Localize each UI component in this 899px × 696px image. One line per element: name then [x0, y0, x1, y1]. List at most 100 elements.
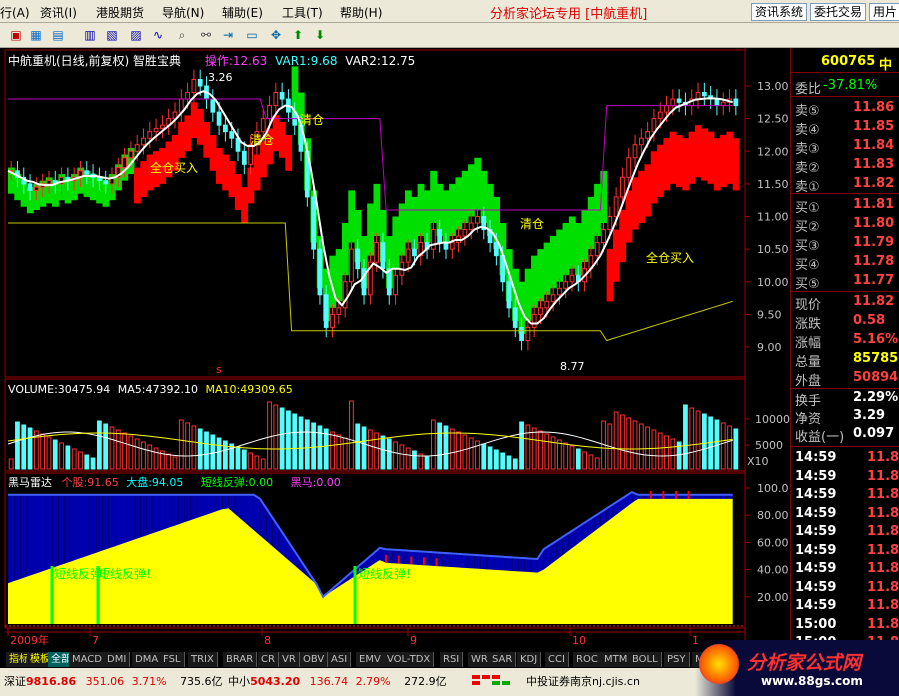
- link-icon[interactable]: ⚯: [198, 27, 214, 43]
- volume-bar: [626, 417, 632, 470]
- ribbon-bar: [285, 134, 293, 171]
- tick-time: 14:59: [795, 450, 837, 465]
- arrow-up-icon[interactable]: ⬆: [290, 27, 306, 43]
- candle-body: [147, 131, 153, 139]
- window-icon[interactable]: ▭: [244, 27, 260, 43]
- ribbon-bar: [335, 249, 343, 302]
- tick-price: 11.8: [867, 450, 899, 465]
- asks-label: 卖③: [795, 142, 820, 157]
- candle-body: [626, 157, 632, 178]
- bids-row: 买⑤ 11.77: [795, 273, 894, 292]
- tick-row: 14:59 11.8: [795, 524, 899, 539]
- wave-icon[interactable]: ∿: [150, 27, 166, 43]
- stats-row: 现价 11.82: [795, 294, 894, 313]
- candle-body: [632, 144, 638, 159]
- tab-trix[interactable]: TRIX: [188, 652, 218, 667]
- rsi-icon[interactable]: ▧: [104, 27, 120, 43]
- tab-boll[interactable]: BOLL: [629, 652, 662, 667]
- ribbon-bar: [631, 177, 639, 230]
- price-axis-label: 12.50: [757, 113, 789, 126]
- candle-body: [260, 118, 266, 133]
- ribbon-bar: [644, 164, 652, 217]
- extra-label: 换手: [795, 394, 822, 409]
- tab-fsl[interactable]: FSL: [160, 652, 185, 667]
- candle-body: [670, 98, 676, 107]
- volume-bar: [620, 414, 625, 470]
- menu-tools[interactable]: 工具(T): [282, 4, 323, 21]
- export-icon[interactable]: ⇥: [220, 27, 236, 43]
- index2-change: 136.74: [309, 675, 349, 688]
- ribbon-bar: [638, 170, 645, 224]
- move-icon[interactable]: ✥: [268, 27, 284, 43]
- tab-mtm[interactable]: MTM: [601, 652, 632, 667]
- volume-title-line: VOLUME:30475.94 MA5:47392.10 MA10:49309.…: [8, 383, 293, 396]
- bids-value: 11.79: [853, 235, 895, 250]
- kline-icon[interactable]: ▥: [82, 27, 98, 43]
- indicator-axis-label: 100.0: [757, 482, 789, 495]
- candle-body: [380, 242, 386, 270]
- extra-label: 净资: [795, 412, 822, 427]
- price-axis-label: 12.00: [757, 145, 789, 158]
- volume-bar: [443, 425, 449, 470]
- ribbon-bar: [732, 138, 740, 191]
- tick-price: 11.8: [867, 598, 899, 613]
- tab-rsi[interactable]: RSI: [440, 652, 464, 667]
- menu-hk-futures[interactable]: 港股期货: [96, 4, 144, 21]
- news-system-button[interactable]: 资讯系统: [751, 3, 808, 21]
- etf-icon[interactable]: ▤: [50, 27, 66, 43]
- menu-help[interactable]: 帮助(H): [340, 4, 382, 21]
- stats-row: 外盘 50894: [795, 370, 898, 389]
- sh-icon[interactable]: ▣: [8, 27, 24, 43]
- menu-navigate[interactable]: 导航(N): [162, 4, 204, 21]
- menu-assist[interactable]: 辅助(E): [222, 4, 263, 21]
- candle-body: [279, 92, 285, 100]
- candle-body: [197, 78, 203, 87]
- tick-price: 11.8: [867, 505, 899, 521]
- volume-bar: [210, 434, 216, 470]
- menu-news[interactable]: 资讯(I): [40, 4, 77, 21]
- tab-brar[interactable]: BRAR: [223, 652, 258, 667]
- tab-obv[interactable]: OBV: [300, 652, 329, 667]
- grid-icon[interactable]: ▦: [28, 27, 44, 43]
- tab-dma[interactable]: DMA: [132, 652, 163, 667]
- tab-sar[interactable]: SAR: [489, 652, 517, 667]
- tab-asi[interactable]: ASI: [328, 652, 352, 667]
- trade-button[interactable]: 委托交易: [810, 3, 867, 21]
- menu-market[interactable]: 行(A): [0, 4, 30, 21]
- tick-price: 11.8: [867, 616, 899, 632]
- tick-price: 11.8: [867, 524, 899, 539]
- volume-bar: [727, 425, 732, 470]
- chart-icon[interactable]: ▨: [128, 27, 144, 43]
- tab-vr[interactable]: VR: [279, 652, 300, 667]
- bids-row: 买① 11.81: [795, 197, 894, 216]
- tick-time: 14:59: [795, 487, 837, 502]
- tab-kdj[interactable]: KDJ: [517, 652, 542, 667]
- search-icon[interactable]: ⌕: [174, 27, 190, 43]
- ribbon-bar: [720, 134, 727, 188]
- tab-psy[interactable]: PSY: [664, 652, 690, 667]
- volume-bar: [223, 440, 228, 470]
- candle-body: [191, 78, 197, 94]
- tab-cr[interactable]: CR: [258, 652, 279, 667]
- user-button[interactable]: 用片: [869, 3, 899, 21]
- tab-vol-tdx[interactable]: VOL-TDX: [384, 652, 435, 667]
- candle-body: [657, 111, 663, 120]
- candle-body: [273, 92, 279, 107]
- ribbon-bar: [682, 138, 690, 191]
- volume-bar: [204, 431, 209, 470]
- stats-value: 0.58: [853, 313, 886, 328]
- tab-emv[interactable]: EMV: [356, 652, 385, 667]
- tab-cci[interactable]: CCI: [545, 652, 569, 667]
- tab-macd[interactable]: MACD: [69, 652, 106, 667]
- volume-bar: [393, 441, 398, 470]
- stats-value: 85785: [853, 351, 899, 366]
- tick-time: 14:59: [795, 505, 837, 521]
- ratio-value: -37.81%: [823, 78, 878, 93]
- volume-axis-label: 10000: [755, 413, 790, 426]
- tab-roc[interactable]: ROC: [573, 652, 602, 667]
- tab-dmi[interactable]: DMI: [104, 652, 131, 667]
- arrow-down-icon[interactable]: ⬇: [312, 27, 328, 43]
- candle-body: [519, 326, 524, 341]
- extra-value: 0.097: [853, 426, 895, 441]
- tick-row: 14:59 11.8: [795, 543, 899, 558]
